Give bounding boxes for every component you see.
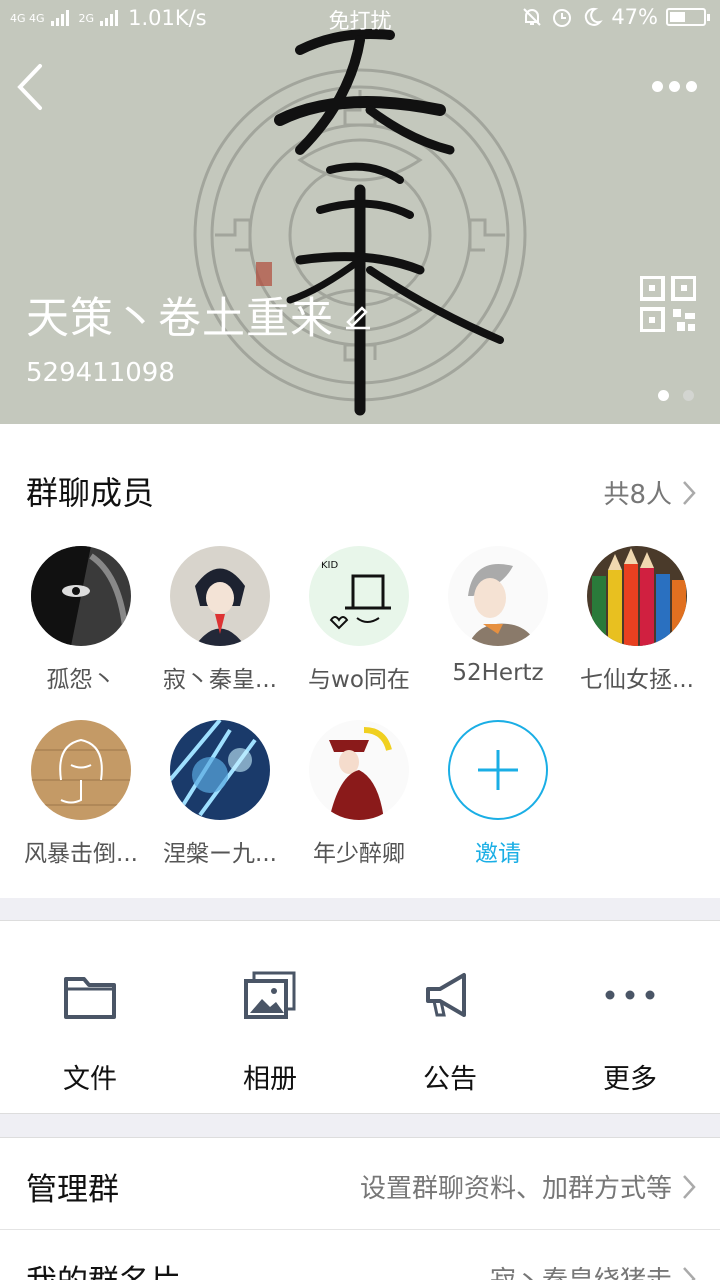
member-item[interactable]: 52Hertz — [428, 546, 568, 686]
group-card-nickname: 寂丶秦皇绕猪走 — [490, 1260, 672, 1280]
announcement-label: 公告 — [423, 1064, 477, 1095]
member-count: 共8人 — [603, 480, 672, 510]
page-dot — [683, 390, 694, 401]
album-label: 相册 — [243, 1064, 297, 1095]
avatar — [170, 720, 270, 820]
more-button[interactable]: 更多 — [540, 921, 720, 1115]
group-profile-page: 4G 4G 2G 1.01K/s 免打扰 47% 天策丶卷土重来 5294110… — [0, 0, 720, 1280]
group-card-row[interactable]: 我的群名片 寂丶秦皇绕猪走 — [0, 1229, 720, 1280]
manage-group-desc: 设置群聊资料、加群方式等 — [359, 1174, 672, 1204]
album-button[interactable]: 相册 — [180, 921, 360, 1115]
member-item[interactable]: 风暴击倒... — [11, 720, 151, 868]
manage-group-value: 设置群聊资料、加群方式等 — [360, 1168, 696, 1205]
members-section: 群聊成员 共8人 孤怨丶 寂丶秦皇... KID 与wo同在 52Hertz 七… — [0, 424, 720, 898]
battery-percent: 47% — [611, 5, 658, 29]
status-bar: 4G 4G 2G 1.01K/s 免打扰 47% — [0, 0, 720, 36]
group-name: 天策丶卷土重来 — [26, 284, 372, 346]
album-icon — [244, 971, 296, 1019]
manage-group-title: 管理群 — [26, 1172, 119, 1208]
status-right: 47% — [521, 5, 710, 29]
svg-text:KID: KID — [321, 560, 339, 571]
member-item[interactable]: 孤怨丶 — [11, 546, 151, 694]
member-item[interactable]: KID 与wo同在 — [289, 546, 429, 694]
manage-group-row[interactable]: 管理群 设置群聊资料、加群方式等 — [0, 1137, 720, 1229]
add-member-icon — [448, 720, 548, 820]
invite-label: 邀请 — [475, 841, 521, 867]
group-card-title: 我的群名片 — [26, 1256, 181, 1280]
avatar — [170, 546, 270, 646]
battery-icon — [666, 8, 710, 26]
banner-page-indicator — [658, 390, 694, 401]
page-dot — [658, 390, 669, 401]
chevron-right-icon — [683, 480, 696, 505]
back-arrow-icon[interactable] — [14, 62, 54, 112]
member-name: 涅槃ー九... — [163, 841, 277, 867]
member-name: 孤怨丶 — [46, 667, 116, 693]
files-button[interactable]: 文件 — [0, 921, 180, 1115]
announcement-button[interactable]: 公告 — [360, 921, 540, 1115]
member-name: 52Hertz — [452, 660, 544, 686]
chevron-right-icon — [683, 1174, 696, 1199]
edit-pencil-icon[interactable] — [342, 300, 372, 330]
avatar — [31, 720, 131, 820]
files-label: 文件 — [63, 1064, 117, 1095]
avatar — [31, 546, 131, 646]
member-name: 七仙女拯... — [580, 667, 694, 693]
battery-fill — [670, 12, 686, 22]
avatar — [448, 546, 548, 646]
group-actions-bar: 文件 相册 公告 更多 — [0, 920, 720, 1114]
invite-button[interactable]: 邀请 — [428, 720, 568, 868]
more-label: 更多 — [603, 1064, 657, 1095]
moon-icon — [585, 7, 604, 26]
group-name-text: 天策丶卷土重来 — [26, 294, 334, 344]
members-title: 群聊成员 — [26, 474, 155, 512]
avatar — [309, 720, 409, 820]
member-item[interactable]: 涅槃ー九... — [150, 720, 290, 868]
group-id: 529411098 — [26, 358, 175, 388]
qr-code-icon[interactable] — [640, 276, 696, 332]
member-name: 与wo同在 — [308, 667, 410, 693]
more-icon — [605, 990, 655, 1000]
more-options-button[interactable] — [652, 76, 700, 96]
member-name: 年少醉卿 — [313, 841, 405, 867]
mute-bell-icon — [523, 8, 542, 26]
member-name: 寂丶秦皇... — [163, 667, 277, 693]
group-card-value: 寂丶秦皇绕猪走 — [490, 1260, 696, 1280]
folder-icon — [64, 977, 116, 1019]
avatar: KID — [309, 546, 409, 646]
member-item[interactable]: 七仙女拯... — [567, 546, 707, 694]
member-item[interactable]: 寂丶秦皇... — [150, 546, 290, 694]
chevron-right-icon — [683, 1266, 696, 1280]
avatar — [587, 546, 687, 646]
member-item[interactable]: 年少醉卿 — [289, 720, 429, 868]
member-count-link[interactable]: 共8人 — [603, 474, 696, 511]
member-name: 风暴击倒... — [24, 841, 138, 867]
megaphone-icon — [426, 973, 466, 1017]
group-header-banner[interactable]: 4G 4G 2G 1.01K/s 免打扰 47% 天策丶卷土重来 5294110… — [0, 0, 720, 424]
alarm-icon — [553, 9, 572, 27]
